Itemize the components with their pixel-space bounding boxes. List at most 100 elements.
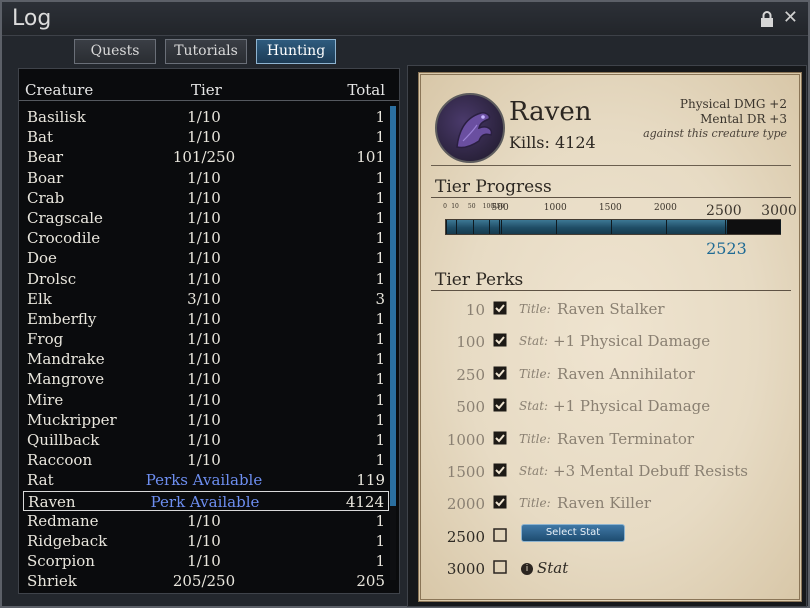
checkbox-checked-icon (493, 431, 507, 445)
list-item[interactable]: Bat 1/10 1 (23, 127, 389, 147)
creature-name-cell: Scorpion (27, 552, 95, 571)
tick-label: 3000 (761, 203, 797, 219)
tick-mark (556, 220, 558, 234)
perk-level: 100 (456, 333, 485, 352)
tick-label: 1000 (543, 203, 567, 213)
divider (431, 165, 791, 166)
list-item[interactable]: Emberfly 1/10 1 (23, 309, 389, 329)
perk-row: 2000 Title: Raven Killer (429, 494, 799, 527)
tier-cell[interactable]: Perks Available (119, 470, 289, 490)
creature-name-cell: Ridgeback (27, 531, 108, 550)
total-cell: 1 (375, 208, 385, 227)
info-icon[interactable]: i (521, 563, 533, 576)
total-cell: 1 (375, 431, 385, 449)
perk-level: 3000 (446, 560, 485, 579)
progress-fill (446, 220, 728, 234)
raven-portrait-icon (435, 93, 505, 163)
list-scrollbar[interactable] (390, 106, 396, 580)
close-icon[interactable]: ✕ (783, 8, 798, 28)
list-item[interactable]: Basilisk 1/10 1 (23, 107, 389, 127)
checkbox-empty-icon[interactable] (493, 560, 507, 574)
tab-quests[interactable]: Quests (74, 39, 156, 64)
perk-text: Raven Stalker (557, 300, 665, 318)
total-cell: 1 (375, 128, 385, 147)
creature-name-cell: Raven (28, 492, 76, 511)
tier-cell: 1/10 (187, 431, 221, 449)
tick-label: 2000 (653, 203, 677, 213)
total-cell: 1 (375, 269, 385, 288)
creature-name-cell: Mire (27, 390, 64, 409)
header-tier[interactable]: Tier (191, 81, 222, 99)
list-item[interactable]: Rat Perks Available 119 (23, 470, 389, 490)
list-item[interactable]: Shriek 205/250 205 (23, 571, 389, 591)
total-cell: 1 (375, 330, 385, 349)
list-item[interactable]: Doe 1/10 1 (23, 248, 389, 268)
checkbox-checked-icon (493, 333, 507, 347)
parchment-card: Raven Kills: 4124 Physical DMG +2 Mental… (418, 72, 802, 602)
perk-level: 2500 (446, 527, 485, 546)
tier-cell: 1/10 (187, 370, 221, 389)
creature-name-cell: Crocodile (27, 229, 101, 248)
tier-cell: 1/10 (187, 350, 221, 369)
creature-name-cell: Rat (27, 471, 54, 490)
perk-kind: Stat: (519, 399, 549, 414)
list-item[interactable]: Cragscale 1/10 1 (23, 208, 389, 228)
list-item[interactable]: Crocodile 1/10 1 (23, 228, 389, 248)
window-title: Log (12, 6, 52, 31)
list-item[interactable]: Raven Perk Available 4124 (23, 490, 389, 512)
perk-text: Raven Killer (557, 494, 652, 513)
tier-cell: 1/10 (187, 511, 221, 530)
tier-cell: 1/10 (187, 552, 221, 571)
perk-text: +1 Physical Damage (553, 332, 711, 351)
list-item[interactable]: Frog 1/10 1 (23, 329, 389, 349)
creature-name-cell: Quillback (27, 431, 100, 449)
list-item[interactable]: Redmane 1/10 1 (23, 511, 389, 531)
tier-progress-title: Tier Progress (435, 177, 552, 197)
header-total[interactable]: Total (347, 81, 385, 99)
creature-name-cell: Elk (27, 289, 52, 308)
total-cell: 1 (375, 108, 385, 126)
list-item[interactable]: Raccoon 1/10 1 (23, 450, 389, 470)
total-cell: 1 (375, 309, 385, 328)
tier-cell: 1/10 (187, 108, 221, 126)
log-window: Log ✕ Quests Tutorials Hunting Creature … (0, 0, 810, 608)
tier-cell: 1/10 (187, 249, 221, 268)
tab-hunting[interactable]: Hunting (256, 39, 336, 64)
list-item[interactable]: Quillback 1/10 1 (23, 430, 389, 450)
creature-name-cell: Redmane (27, 511, 99, 530)
tier-cell: 1/10 (187, 309, 221, 328)
select-stat-button[interactable]: Select Stat (521, 523, 625, 542)
list-item[interactable]: Mandrake 1/10 1 (23, 349, 389, 369)
list-item[interactable]: Boar 1/10 1 (23, 168, 389, 188)
total-cell: 1 (375, 370, 385, 389)
creature-name-cell: Bat (27, 128, 53, 147)
list-item[interactable]: Scorpion 1/10 1 (23, 551, 389, 571)
list-item[interactable]: Ridgeback 1/10 1 (23, 531, 389, 551)
list-item[interactable]: Bear 101/250 101 (23, 147, 389, 167)
perk-list: 10 Title: Raven Stalker 100 Stat: +1 Physical… (429, 300, 799, 593)
total-cell: 1 (375, 350, 385, 369)
perk-row: 10 Title: Raven Stalker (429, 300, 799, 333)
total-cell: 1 (375, 188, 385, 207)
kills-label: Kills: (509, 133, 550, 152)
list-item[interactable]: Drolsc 1/10 1 (23, 269, 389, 289)
list-item[interactable]: Elk 3/10 3 (23, 289, 389, 309)
tick-label: 50 (467, 203, 476, 210)
total-cell: 101 (356, 148, 385, 167)
list-item[interactable]: Crab 1/10 1 (23, 188, 389, 208)
scrollbar-thumb[interactable] (390, 106, 396, 506)
list-item[interactable]: Mire 1/10 1 (23, 390, 389, 410)
list-item[interactable]: Mangrove 1/10 1 (23, 369, 389, 389)
list-item[interactable]: Muckripper 1/10 1 (23, 410, 389, 430)
tier-cell[interactable]: Perk Available (120, 492, 290, 512)
divider (431, 290, 791, 291)
tab-tutorials[interactable]: Tutorials (165, 39, 247, 64)
lock-icon[interactable] (760, 11, 774, 27)
checkbox-empty-icon[interactable] (493, 527, 507, 542)
perk-level: 500 (456, 398, 485, 417)
bonus-physical-dmg: Physical DMG +2 (679, 97, 787, 111)
header-creature[interactable]: Creature (25, 81, 93, 99)
list-header: Creature Tier Total (19, 77, 399, 101)
tier-cell: 1/10 (187, 451, 221, 470)
creature-name-cell: Basilisk (27, 108, 86, 126)
